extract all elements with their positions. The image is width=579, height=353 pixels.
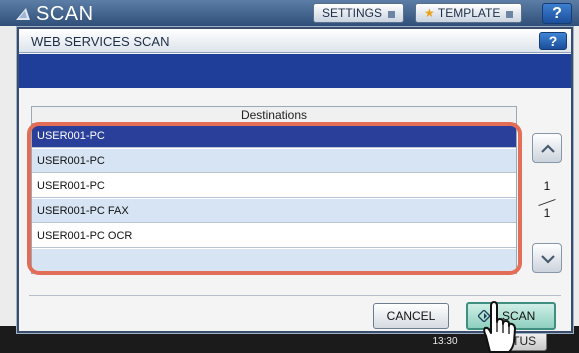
scroll-down-button[interactable] — [532, 243, 562, 273]
destinations-list: Destinations USER001-PC USER001-PC USER0… — [31, 106, 517, 274]
page-separator — [538, 198, 556, 207]
destination-row[interactable]: USER001-PC — [32, 149, 516, 173]
destination-label: USER001-PC — [37, 180, 105, 192]
dialog-title: WEB SERVICES SCAN — [31, 34, 170, 49]
dialog-divider — [29, 295, 561, 296]
destination-row[interactable]: USER001-PC OCR — [32, 224, 516, 248]
dialog-message-bar — [19, 54, 571, 88]
web-services-scan-dialog: WEB SERVICES SCAN ? Destinations USER001… — [17, 27, 573, 333]
page-total: 1 — [543, 206, 551, 220]
destinations-header: Destinations — [32, 107, 516, 124]
background-top-bar: SCAN SETTINGS ★ TEMPLATE ? — [0, 0, 579, 26]
template-button[interactable]: ★ TEMPLATE — [415, 3, 523, 23]
chevron-down-icon — [506, 11, 514, 18]
destination-label: USER001-PC FAX — [37, 205, 129, 217]
page-current: 1 — [543, 179, 551, 193]
destination-row[interactable]: USER001-PC — [32, 174, 516, 198]
dialog-title-bar: WEB SERVICES SCAN ? — [19, 29, 571, 53]
help-button[interactable]: ? — [539, 32, 567, 50]
scanner-icon — [16, 8, 30, 20]
clock-text: 13:30 — [432, 336, 458, 347]
scroll-up-button[interactable] — [532, 133, 562, 163]
scroll-up-icon — [541, 144, 555, 153]
cancel-button[interactable]: CANCEL — [373, 303, 449, 329]
background-title: SCAN — [36, 3, 94, 25]
chevron-down-icon — [388, 11, 396, 18]
destination-label: USER001-PC — [37, 130, 105, 142]
destination-row-empty[interactable] — [32, 249, 516, 273]
scroll-down-icon — [541, 255, 555, 264]
help-button-top[interactable]: ? — [542, 3, 572, 24]
destination-row[interactable]: USER001-PC FAX — [32, 199, 516, 223]
template-label: TEMPLATE — [437, 6, 501, 20]
hand-cursor-icon — [483, 301, 516, 353]
destination-label: USER001-PC OCR — [37, 230, 133, 242]
settings-button[interactable]: SETTINGS — [313, 3, 405, 23]
star-icon: ★ — [424, 6, 435, 20]
settings-label: SETTINGS — [322, 6, 383, 20]
destination-label: USER001-PC — [37, 155, 105, 167]
destination-row[interactable]: USER001-PC — [32, 124, 516, 148]
